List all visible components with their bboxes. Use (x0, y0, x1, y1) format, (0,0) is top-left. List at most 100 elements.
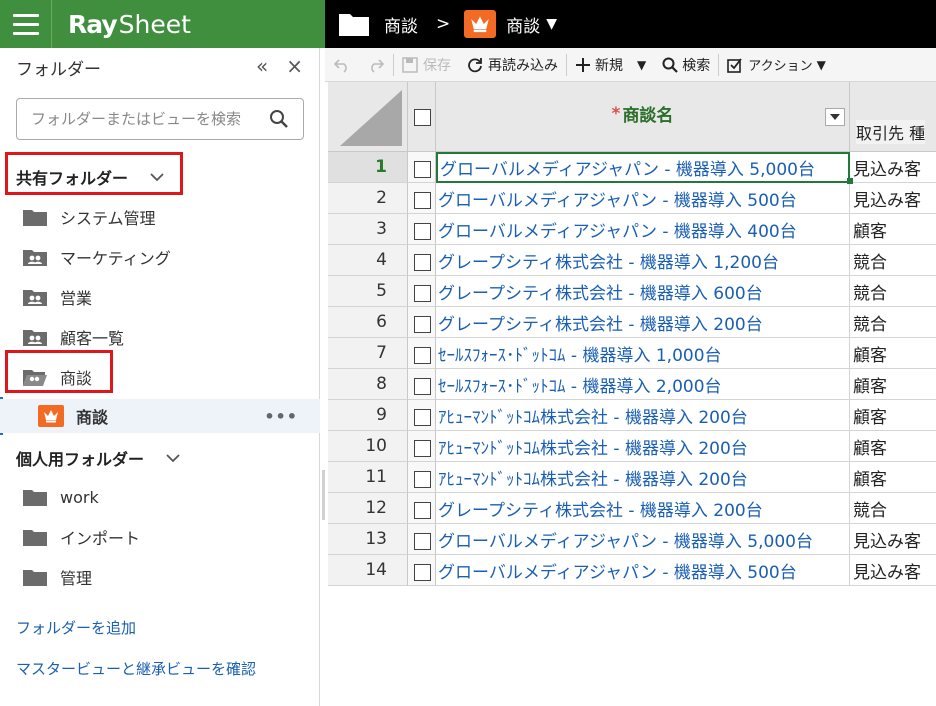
row-checkbox[interactable] (414, 564, 431, 581)
row-checkbox[interactable] (414, 440, 431, 457)
account-type-cell[interactable]: 見込み客 (850, 555, 936, 586)
deal-name-cell[interactable]: グレープシティ株式会社 - 機器導入 1,200台 (436, 245, 850, 276)
account-type-cell[interactable]: 競合 (850, 307, 936, 338)
row-checkbox[interactable] (414, 378, 431, 395)
row-number[interactable]: 8 (328, 369, 408, 400)
resize-handle[interactable] (322, 470, 325, 520)
deal-name-cell[interactable]: ｱﾋｭｰﾏﾝﾄﾞｯﾄｺﾑ株式会社 - 機器導入 200台 (436, 462, 850, 493)
sidebar-item-import[interactable]: インポート (22, 520, 312, 554)
row-number[interactable]: 14 (328, 555, 408, 586)
redo-button[interactable] (359, 48, 393, 82)
account-type-cell[interactable]: 顧客 (850, 369, 936, 400)
deal-name-cell[interactable]: グレープシティ株式会社 - 機器導入 600台 (436, 276, 850, 307)
deal-name-cell[interactable]: グレープシティ株式会社 - 機器導入 200台 (436, 307, 850, 338)
row-select-cell (408, 493, 436, 524)
table-row: 8 ｾｰﾙｽﾌｫｰｽ･ﾄﾞｯﾄｺﾑ - 機器導入 2,000台 顧客 (328, 369, 936, 400)
column-header-deal-name[interactable]: * 商談名 (436, 82, 850, 152)
sidebar-item-customers[interactable]: 顧客一覧 (22, 320, 312, 354)
row-checkbox[interactable] (414, 502, 431, 519)
row-number[interactable]: 13 (328, 524, 408, 555)
row-checkbox[interactable] (414, 533, 431, 550)
row-checkbox[interactable] (414, 161, 431, 178)
chevron-down-icon[interactable] (150, 172, 164, 182)
folder-icon (339, 14, 369, 36)
add-folder-link[interactable]: フォルダーを追加 (16, 617, 136, 638)
search-button[interactable]: 検索 (654, 48, 718, 82)
row-number[interactable]: 12 (328, 493, 408, 524)
chevron-down-icon[interactable] (166, 453, 180, 463)
breadcrumb-folder[interactable]: 商談 (384, 12, 418, 37)
close-sidebar-icon[interactable]: × (286, 54, 303, 78)
sidebar-view-deals[interactable]: 商談 ••• (0, 399, 320, 433)
more-options-icon[interactable]: ••• (264, 407, 298, 426)
save-button[interactable]: 保存 (394, 48, 459, 82)
deal-name-cell[interactable]: グローバルメディアジャパン - 機器導入 5,000台 (436, 524, 850, 555)
deal-name-cell[interactable]: ｱﾋｭｰﾏﾝﾄﾞｯﾄｺﾑ株式会社 - 機器導入 200台 (436, 431, 850, 462)
sidebar-item-system[interactable]: システム管理 (22, 200, 312, 234)
column-header-account-type[interactable]: 取引先 種 (850, 82, 936, 152)
new-button[interactable]: 新規 ▼ (567, 48, 654, 82)
caret-down-icon[interactable]: ▼ (817, 58, 826, 72)
row-checkbox[interactable] (414, 254, 431, 271)
row-checkbox[interactable] (414, 223, 431, 240)
sidebar-item-deals[interactable]: 商談 (22, 360, 312, 394)
deal-name-cell[interactable]: ｾｰﾙｽﾌｫｰｽ･ﾄﾞｯﾄｺﾑ - 機器導入 2,000台 (436, 369, 850, 400)
account-type-cell[interactable]: 競合 (850, 245, 936, 276)
deal-name-cell[interactable]: グローバルメディアジャパン - 機器導入 5,000台 (436, 152, 850, 183)
row-number[interactable]: 11 (328, 462, 408, 493)
deal-name-cell[interactable]: グローバルメディアジャパン - 機器導入 500台 (436, 183, 850, 214)
row-number[interactable]: 5 (328, 276, 408, 307)
select-all-checkbox[interactable] (414, 109, 431, 126)
account-type-cell[interactable]: 顧客 (850, 462, 936, 493)
account-type-cell[interactable]: 顧客 (850, 400, 936, 431)
row-number[interactable]: 6 (328, 307, 408, 338)
hamburger-menu-icon[interactable] (0, 0, 52, 48)
sidebar-item-work[interactable]: work (22, 480, 312, 514)
caret-down-icon[interactable]: ▼ (546, 16, 557, 32)
sidebar-item-sales[interactable]: 営業 (22, 280, 312, 314)
shared-folders-label: 共有フォルダー (16, 169, 129, 188)
sidebar-item-admin[interactable]: 管理 (22, 560, 312, 594)
account-type-cell[interactable]: 見込み客 (850, 152, 936, 183)
row-number[interactable]: 9 (328, 400, 408, 431)
collapse-sidebar-icon[interactable]: « (256, 54, 268, 78)
deal-name-cell[interactable]: ｾｰﾙｽﾌｫｰｽ･ﾄﾞｯﾄｺﾑ - 機器導入 1,000台 (436, 338, 850, 369)
grid-corner[interactable] (328, 82, 408, 152)
breadcrumb-view[interactable]: 商談 (506, 12, 540, 37)
row-number[interactable]: 4 (328, 245, 408, 276)
deal-name-cell[interactable]: グローバルメディアジャパン - 機器導入 400台 (436, 214, 850, 245)
account-type-cell[interactable]: 競合 (850, 493, 936, 524)
row-number[interactable]: 1 (328, 152, 408, 183)
row-number[interactable]: 10 (328, 431, 408, 462)
filter-dropdown-icon[interactable] (825, 108, 845, 126)
deal-name-cell[interactable]: グレープシティ株式会社 - 機器導入 200台 (436, 493, 850, 524)
search-icon[interactable] (269, 109, 289, 129)
account-type-cell[interactable]: 見込み客 (850, 524, 936, 555)
account-type-cell[interactable]: 顧客 (850, 431, 936, 462)
account-type-cell[interactable]: 競合 (850, 276, 936, 307)
caret-down-icon[interactable]: ▼ (637, 58, 646, 72)
deal-name-cell[interactable]: ｱﾋｭｰﾏﾝﾄﾞｯﾄｺﾑ株式会社 - 機器導入 200台 (436, 400, 850, 431)
row-checkbox[interactable] (414, 409, 431, 426)
master-view-link[interactable]: マスタービューと継承ビューを確認 (16, 658, 256, 679)
deal-name-cell[interactable]: グローバルメディアジャパン - 機器導入 500台 (436, 555, 850, 586)
row-checkbox[interactable] (414, 285, 431, 302)
row-checkbox[interactable] (414, 347, 431, 364)
personal-folders-group[interactable]: 個人用フォルダー (16, 446, 180, 470)
sidebar-item-marketing[interactable]: マーケティング (22, 240, 312, 274)
row-checkbox[interactable] (414, 316, 431, 333)
reload-button[interactable]: 再読み込み (459, 48, 566, 82)
fill-handle[interactable] (847, 178, 853, 184)
action-button[interactable]: アクション ▼ (719, 48, 834, 82)
row-checkbox[interactable] (414, 192, 431, 209)
row-number[interactable]: 3 (328, 214, 408, 245)
undo-button[interactable] (325, 48, 359, 82)
row-checkbox[interactable] (414, 471, 431, 488)
account-type-cell[interactable]: 顧客 (850, 338, 936, 369)
row-number[interactable]: 2 (328, 183, 408, 214)
shared-folders-group[interactable]: 共有フォルダー (16, 165, 164, 189)
folder-search-input[interactable] (31, 110, 261, 128)
row-number[interactable]: 7 (328, 338, 408, 369)
account-type-cell[interactable]: 見込み客 (850, 183, 936, 214)
account-type-cell[interactable]: 顧客 (850, 214, 936, 245)
